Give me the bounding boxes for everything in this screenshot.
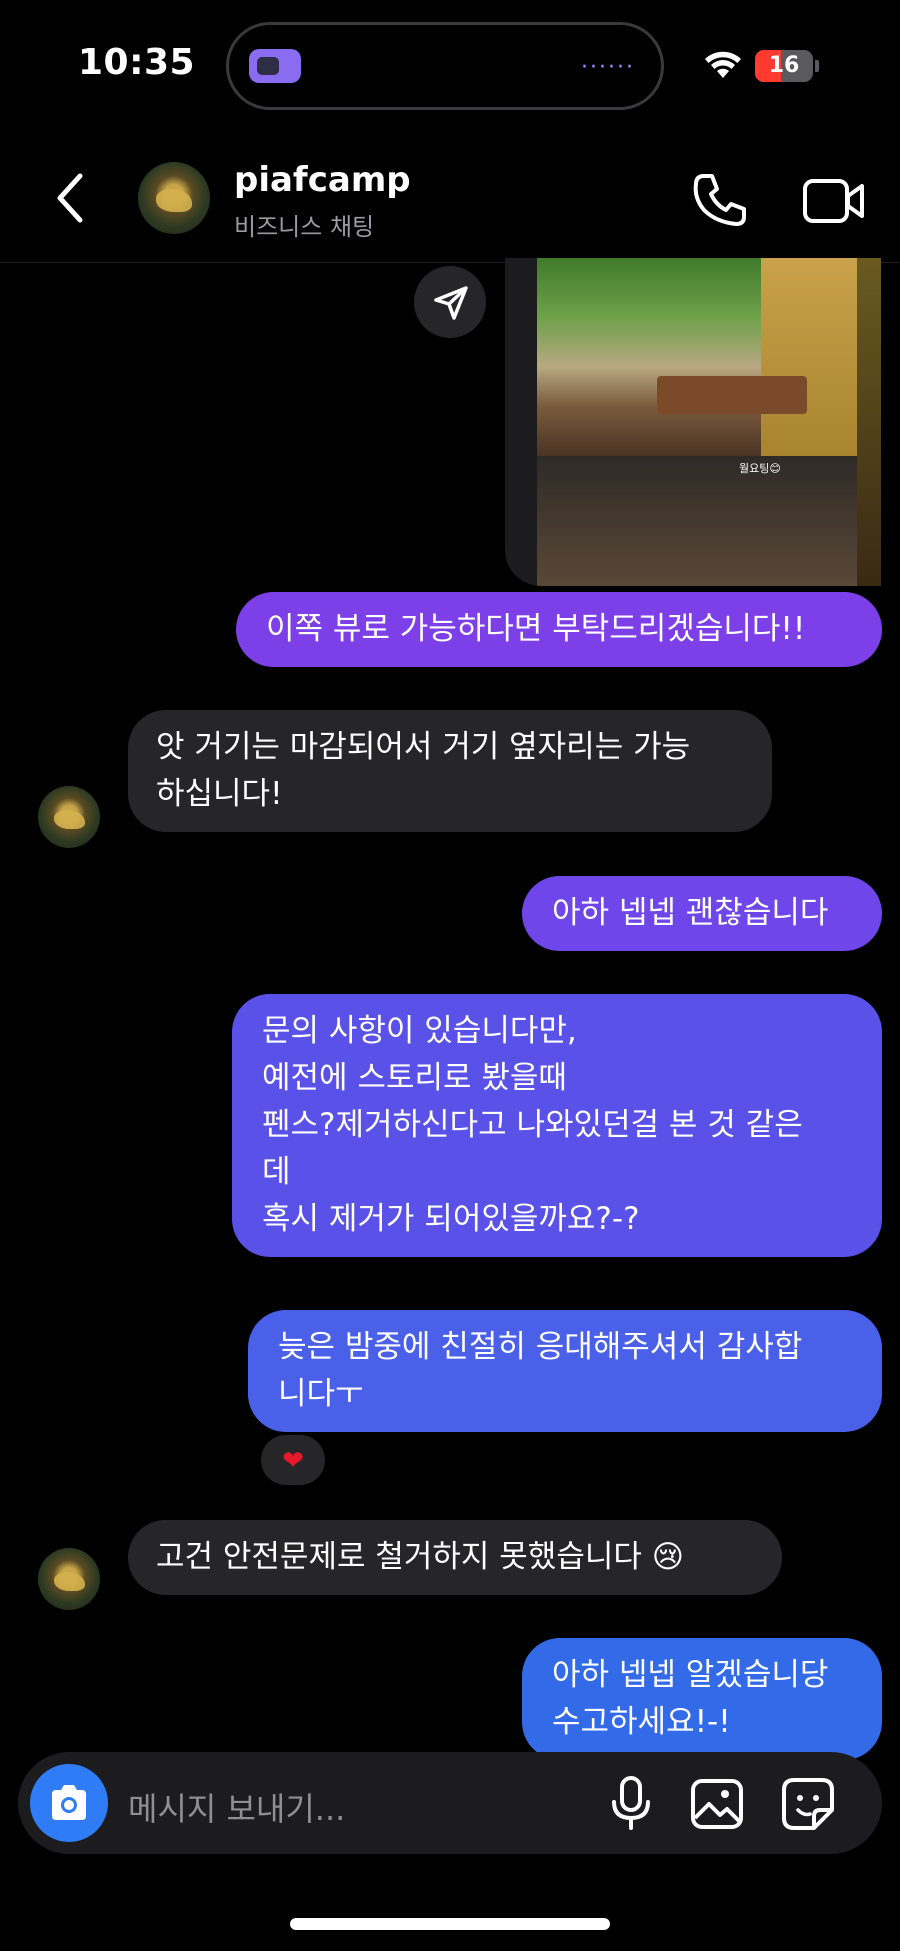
message-outgoing[interactable]: 아하 넵넵 알겠습니당 수고하세요!-! [522,1638,882,1760]
video-icon[interactable] [802,176,866,226]
home-indicator[interactable] [290,1918,610,1930]
camera-button[interactable] [30,1764,108,1842]
battery-tip [815,60,819,72]
battery-percent: 16 [768,53,800,78]
tent-graphic [761,258,857,456]
table-graphic [657,376,807,414]
message-outgoing[interactable]: 문의 사항이 있습니다만, 예전에 스토리로 봤을때 펜스?제거하신다고 나와있… [232,994,882,1257]
message-input[interactable]: 메시지 보내기... [128,1784,345,1830]
chat-subtitle: 비즈니스 채팅 [234,213,375,241]
shared-post-edge [857,258,881,586]
heart-reaction[interactable]: ❤ [258,1432,328,1488]
message-outgoing[interactable]: 이쪽 뷰로 가능하다면 부탁드리겠습니다!! [236,592,882,667]
gallery-icon[interactable] [690,1778,744,1830]
message-outgoing[interactable]: 아하 넵넵 괜찮습니다 [522,876,882,951]
sender-avatar[interactable] [38,786,100,848]
wifi-icon [705,51,741,78]
message-incoming[interactable]: 앗 거기는 마감되어서 거기 옆자리는 가능 하십니다! [128,710,772,832]
camera-icon [52,1785,86,1820]
dynamic-island: ······ [226,22,664,110]
back-icon[interactable] [52,170,92,226]
heart-icon: ❤ [282,1446,304,1476]
battery-indicator: 16 [755,50,813,82]
live-activity-app-icon [249,49,301,83]
live-activity-dots-icon: ······ [581,55,635,80]
phone-icon[interactable] [690,170,750,230]
mic-icon[interactable] [606,1774,656,1832]
message-outgoing[interactable]: 늦은 밤중에 친절히 응대해주셔서 감사합 니다ㅜ [248,1310,882,1432]
share-icon [434,286,468,320]
profile-avatar[interactable] [138,162,210,234]
shared-story-post[interactable]: 월요팅😊 [505,258,881,586]
shared-post-footer: 월요팅😊 [537,456,857,586]
sticker-icon[interactable] [780,1776,836,1832]
status-time: 10:35 [78,42,196,83]
shared-post-tag: 월요팅😊 [739,462,781,475]
chat-username[interactable]: piafcamp [234,160,411,200]
share-button[interactable] [414,266,486,338]
message-incoming[interactable]: 고건 안전문제로 철거하지 못했습니다 😢 [128,1520,782,1595]
sender-avatar[interactable] [38,1548,100,1610]
shared-post-image [537,258,857,456]
